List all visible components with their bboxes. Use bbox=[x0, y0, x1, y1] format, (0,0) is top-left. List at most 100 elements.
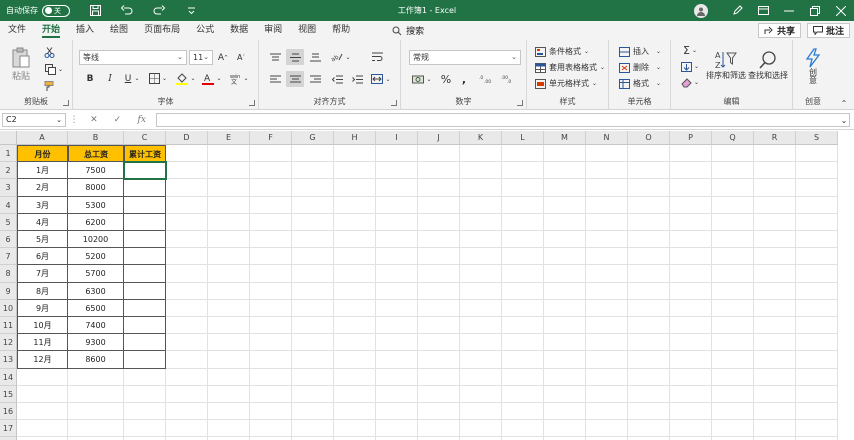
cell-i5[interactable] bbox=[376, 213, 418, 231]
cell-g17[interactable] bbox=[292, 420, 334, 438]
borders-button[interactable]: ⌄ bbox=[147, 71, 169, 86]
cell-m16[interactable] bbox=[544, 403, 586, 421]
row-header-9[interactable]: 9 bbox=[0, 282, 17, 300]
cell-h1[interactable] bbox=[334, 145, 376, 163]
cell-i4[interactable] bbox=[376, 196, 418, 214]
cell-b5[interactable]: 6200 bbox=[68, 213, 124, 231]
tab-home[interactable]: 开始 bbox=[34, 21, 68, 40]
cell-i10[interactable] bbox=[376, 299, 418, 317]
cell-p1[interactable] bbox=[670, 145, 712, 163]
increase-indent-button[interactable] bbox=[349, 71, 365, 87]
cell-s11[interactable] bbox=[796, 317, 838, 335]
cell-i7[interactable] bbox=[376, 248, 418, 266]
cell-q1[interactable] bbox=[712, 145, 754, 163]
cell-c3[interactable] bbox=[124, 179, 166, 197]
alignment-launcher[interactable] bbox=[391, 100, 397, 106]
cell-o8[interactable] bbox=[628, 265, 670, 283]
cell-k2[interactable] bbox=[460, 162, 502, 180]
column-header-n[interactable]: N bbox=[586, 131, 628, 145]
cell-d10[interactable] bbox=[166, 299, 208, 317]
cell-b11[interactable]: 7400 bbox=[68, 317, 124, 335]
cell-l5[interactable] bbox=[502, 213, 544, 231]
cell-s8[interactable] bbox=[796, 265, 838, 283]
cell-q9[interactable] bbox=[712, 282, 754, 300]
cell-a10[interactable]: 9月 bbox=[17, 299, 68, 317]
cell-h2[interactable] bbox=[334, 162, 376, 180]
cell-l16[interactable] bbox=[502, 403, 544, 421]
collapse-ribbon-button[interactable]: ⌃ bbox=[838, 98, 850, 108]
cell-s1[interactable] bbox=[796, 145, 838, 163]
cell-g1[interactable] bbox=[292, 145, 334, 163]
column-header-o[interactable]: O bbox=[628, 131, 670, 145]
cell-i17[interactable] bbox=[376, 420, 418, 438]
number-format-combo[interactable]: 常规 ⌄ bbox=[409, 50, 521, 65]
cell-e7[interactable] bbox=[208, 248, 250, 266]
cell-d6[interactable] bbox=[166, 231, 208, 249]
cell-i13[interactable] bbox=[376, 351, 418, 369]
autosave-toggle[interactable]: 关 bbox=[42, 4, 70, 17]
cell-k16[interactable] bbox=[460, 403, 502, 421]
cell-s10[interactable] bbox=[796, 299, 838, 317]
percent-style-button[interactable]: % bbox=[439, 71, 453, 87]
format-cells-button[interactable]: 格式 ⌄ bbox=[619, 78, 661, 89]
font-launcher[interactable] bbox=[249, 100, 255, 106]
column-header-g[interactable]: G bbox=[292, 131, 334, 145]
cell-f7[interactable] bbox=[250, 248, 292, 266]
tab-help[interactable]: 帮助 bbox=[324, 21, 358, 40]
cell-r7[interactable] bbox=[754, 248, 796, 266]
cell-a1[interactable]: 月份 bbox=[17, 145, 68, 163]
align-right-button[interactable] bbox=[307, 71, 323, 87]
cell-q15[interactable] bbox=[712, 385, 754, 403]
column-header-f[interactable]: F bbox=[250, 131, 292, 145]
cell-g6[interactable] bbox=[292, 231, 334, 249]
cell-m4[interactable] bbox=[544, 196, 586, 214]
cell-f13[interactable] bbox=[250, 351, 292, 369]
create-button[interactable]: 创意 bbox=[797, 44, 829, 88]
ribbon-display-icon[interactable] bbox=[750, 0, 776, 21]
cell-k7[interactable] bbox=[460, 248, 502, 266]
cell-j2[interactable] bbox=[418, 162, 460, 180]
cell-c10[interactable] bbox=[124, 299, 166, 317]
expand-formula-bar-button[interactable]: ⌄ bbox=[838, 113, 850, 127]
cell-q10[interactable] bbox=[712, 299, 754, 317]
cell-r16[interactable] bbox=[754, 403, 796, 421]
cell-s7[interactable] bbox=[796, 248, 838, 266]
cell-d17[interactable] bbox=[166, 420, 208, 438]
autosum-button[interactable]: Σ ⌄ bbox=[679, 43, 701, 58]
column-header-s[interactable]: S bbox=[796, 131, 838, 145]
cell-q17[interactable] bbox=[712, 420, 754, 438]
cell-s13[interactable] bbox=[796, 351, 838, 369]
cell-o2[interactable] bbox=[628, 162, 670, 180]
column-header-j[interactable]: J bbox=[418, 131, 460, 145]
cell-c13[interactable] bbox=[124, 351, 166, 369]
cell-i6[interactable] bbox=[376, 231, 418, 249]
restore-icon[interactable] bbox=[802, 0, 828, 21]
cell-m9[interactable] bbox=[544, 282, 586, 300]
cell-p13[interactable] bbox=[670, 351, 712, 369]
cell-l7[interactable] bbox=[502, 248, 544, 266]
row-header-2[interactable]: 2 bbox=[0, 162, 17, 180]
decrease-font-size-button[interactable]: Aˇ bbox=[234, 50, 248, 65]
cell-d4[interactable] bbox=[166, 196, 208, 214]
cell-g10[interactable] bbox=[292, 299, 334, 317]
cell-f16[interactable] bbox=[250, 403, 292, 421]
column-header-c[interactable]: C bbox=[124, 131, 166, 145]
cell-h11[interactable] bbox=[334, 317, 376, 335]
cell-o13[interactable] bbox=[628, 351, 670, 369]
cell-m8[interactable] bbox=[544, 265, 586, 283]
cell-b8[interactable]: 5700 bbox=[68, 265, 124, 283]
cell-q16[interactable] bbox=[712, 403, 754, 421]
cell-o6[interactable] bbox=[628, 231, 670, 249]
cell-d5[interactable] bbox=[166, 213, 208, 231]
cell-r12[interactable] bbox=[754, 334, 796, 352]
cell-s12[interactable] bbox=[796, 334, 838, 352]
cell-j8[interactable] bbox=[418, 265, 460, 283]
cell-r10[interactable] bbox=[754, 299, 796, 317]
cell-o7[interactable] bbox=[628, 248, 670, 266]
cell-b7[interactable]: 5200 bbox=[68, 248, 124, 266]
cell-j9[interactable] bbox=[418, 282, 460, 300]
cell-i3[interactable] bbox=[376, 179, 418, 197]
cell-k15[interactable] bbox=[460, 385, 502, 403]
cell-i2[interactable] bbox=[376, 162, 418, 180]
select-all-button[interactable] bbox=[0, 131, 17, 145]
